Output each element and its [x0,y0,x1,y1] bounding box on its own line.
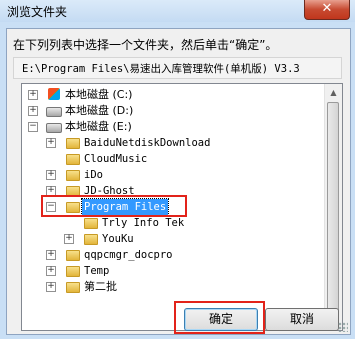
tree-item-label: iDo [84,169,103,181]
expand-icon[interactable]: + [28,90,38,100]
folder-icon [66,170,80,181]
tree-item-label: BaiduNetdiskDownload [84,137,211,149]
tree-item-label: YouKu [102,233,134,245]
collapse-icon[interactable]: − [28,122,38,132]
tree-item-label: CloudMusic [84,153,148,165]
folder-icon [66,282,80,293]
vertical-scrollbar[interactable]: ▲ ▼ [324,84,342,330]
expand-icon[interactable]: + [46,138,56,148]
folder-icon [66,154,80,165]
folder-icon [66,138,80,149]
close-button[interactable]: ✕ [304,0,350,20]
tree-item-label: 本地磁盘 (D:) [65,104,134,117]
tree-item-label: 本地磁盘 (C:) [65,88,133,101]
expand-icon[interactable]: + [28,106,38,116]
folder-icon [66,266,80,277]
tree-item-label: Temp [84,265,110,277]
tree-item-label: Trly Info Tek [102,217,185,229]
tree-item-label: qqpcmgr_docpro [84,249,173,261]
resize-grip-icon[interactable] [338,322,348,332]
annotation-highlight-box [41,195,187,217]
folder-icon [84,234,98,245]
instruction-text: 在下列列表中选择一个文件夹，然后单击“确定”。 [13,38,278,52]
tree-item-label: 本地磁盘 (E:) [65,120,132,133]
expand-icon[interactable]: + [46,250,56,260]
expand-icon[interactable]: + [64,234,74,244]
title-bar: 浏览文件夹 ✕ [0,0,355,22]
scroll-up-icon[interactable]: ▲ [326,85,341,100]
drive-icon [46,107,62,117]
expand-icon[interactable]: + [46,170,56,180]
expand-icon[interactable]: + [46,266,56,276]
selected-path-display: E:\Program Files\易速出入库管理软件(单机版) V3.3 [13,57,342,79]
window-title: 浏览文件夹 [7,5,68,19]
close-icon: ✕ [321,1,333,16]
folder-icon [84,218,98,229]
scroll-thumb[interactable] [327,102,339,312]
expand-icon[interactable]: + [46,282,56,292]
drive-icon [46,123,62,133]
cancel-button[interactable]: 取消 [265,308,339,331]
annotation-highlight-box [174,301,265,334]
folder-icon [66,250,80,261]
windows-drive-icon [48,88,60,100]
tree-item-label: 第二批 [84,280,117,293]
dialog-body: 在下列列表中选择一个文件夹，然后单击“确定”。 E:\Program Files… [6,28,351,335]
